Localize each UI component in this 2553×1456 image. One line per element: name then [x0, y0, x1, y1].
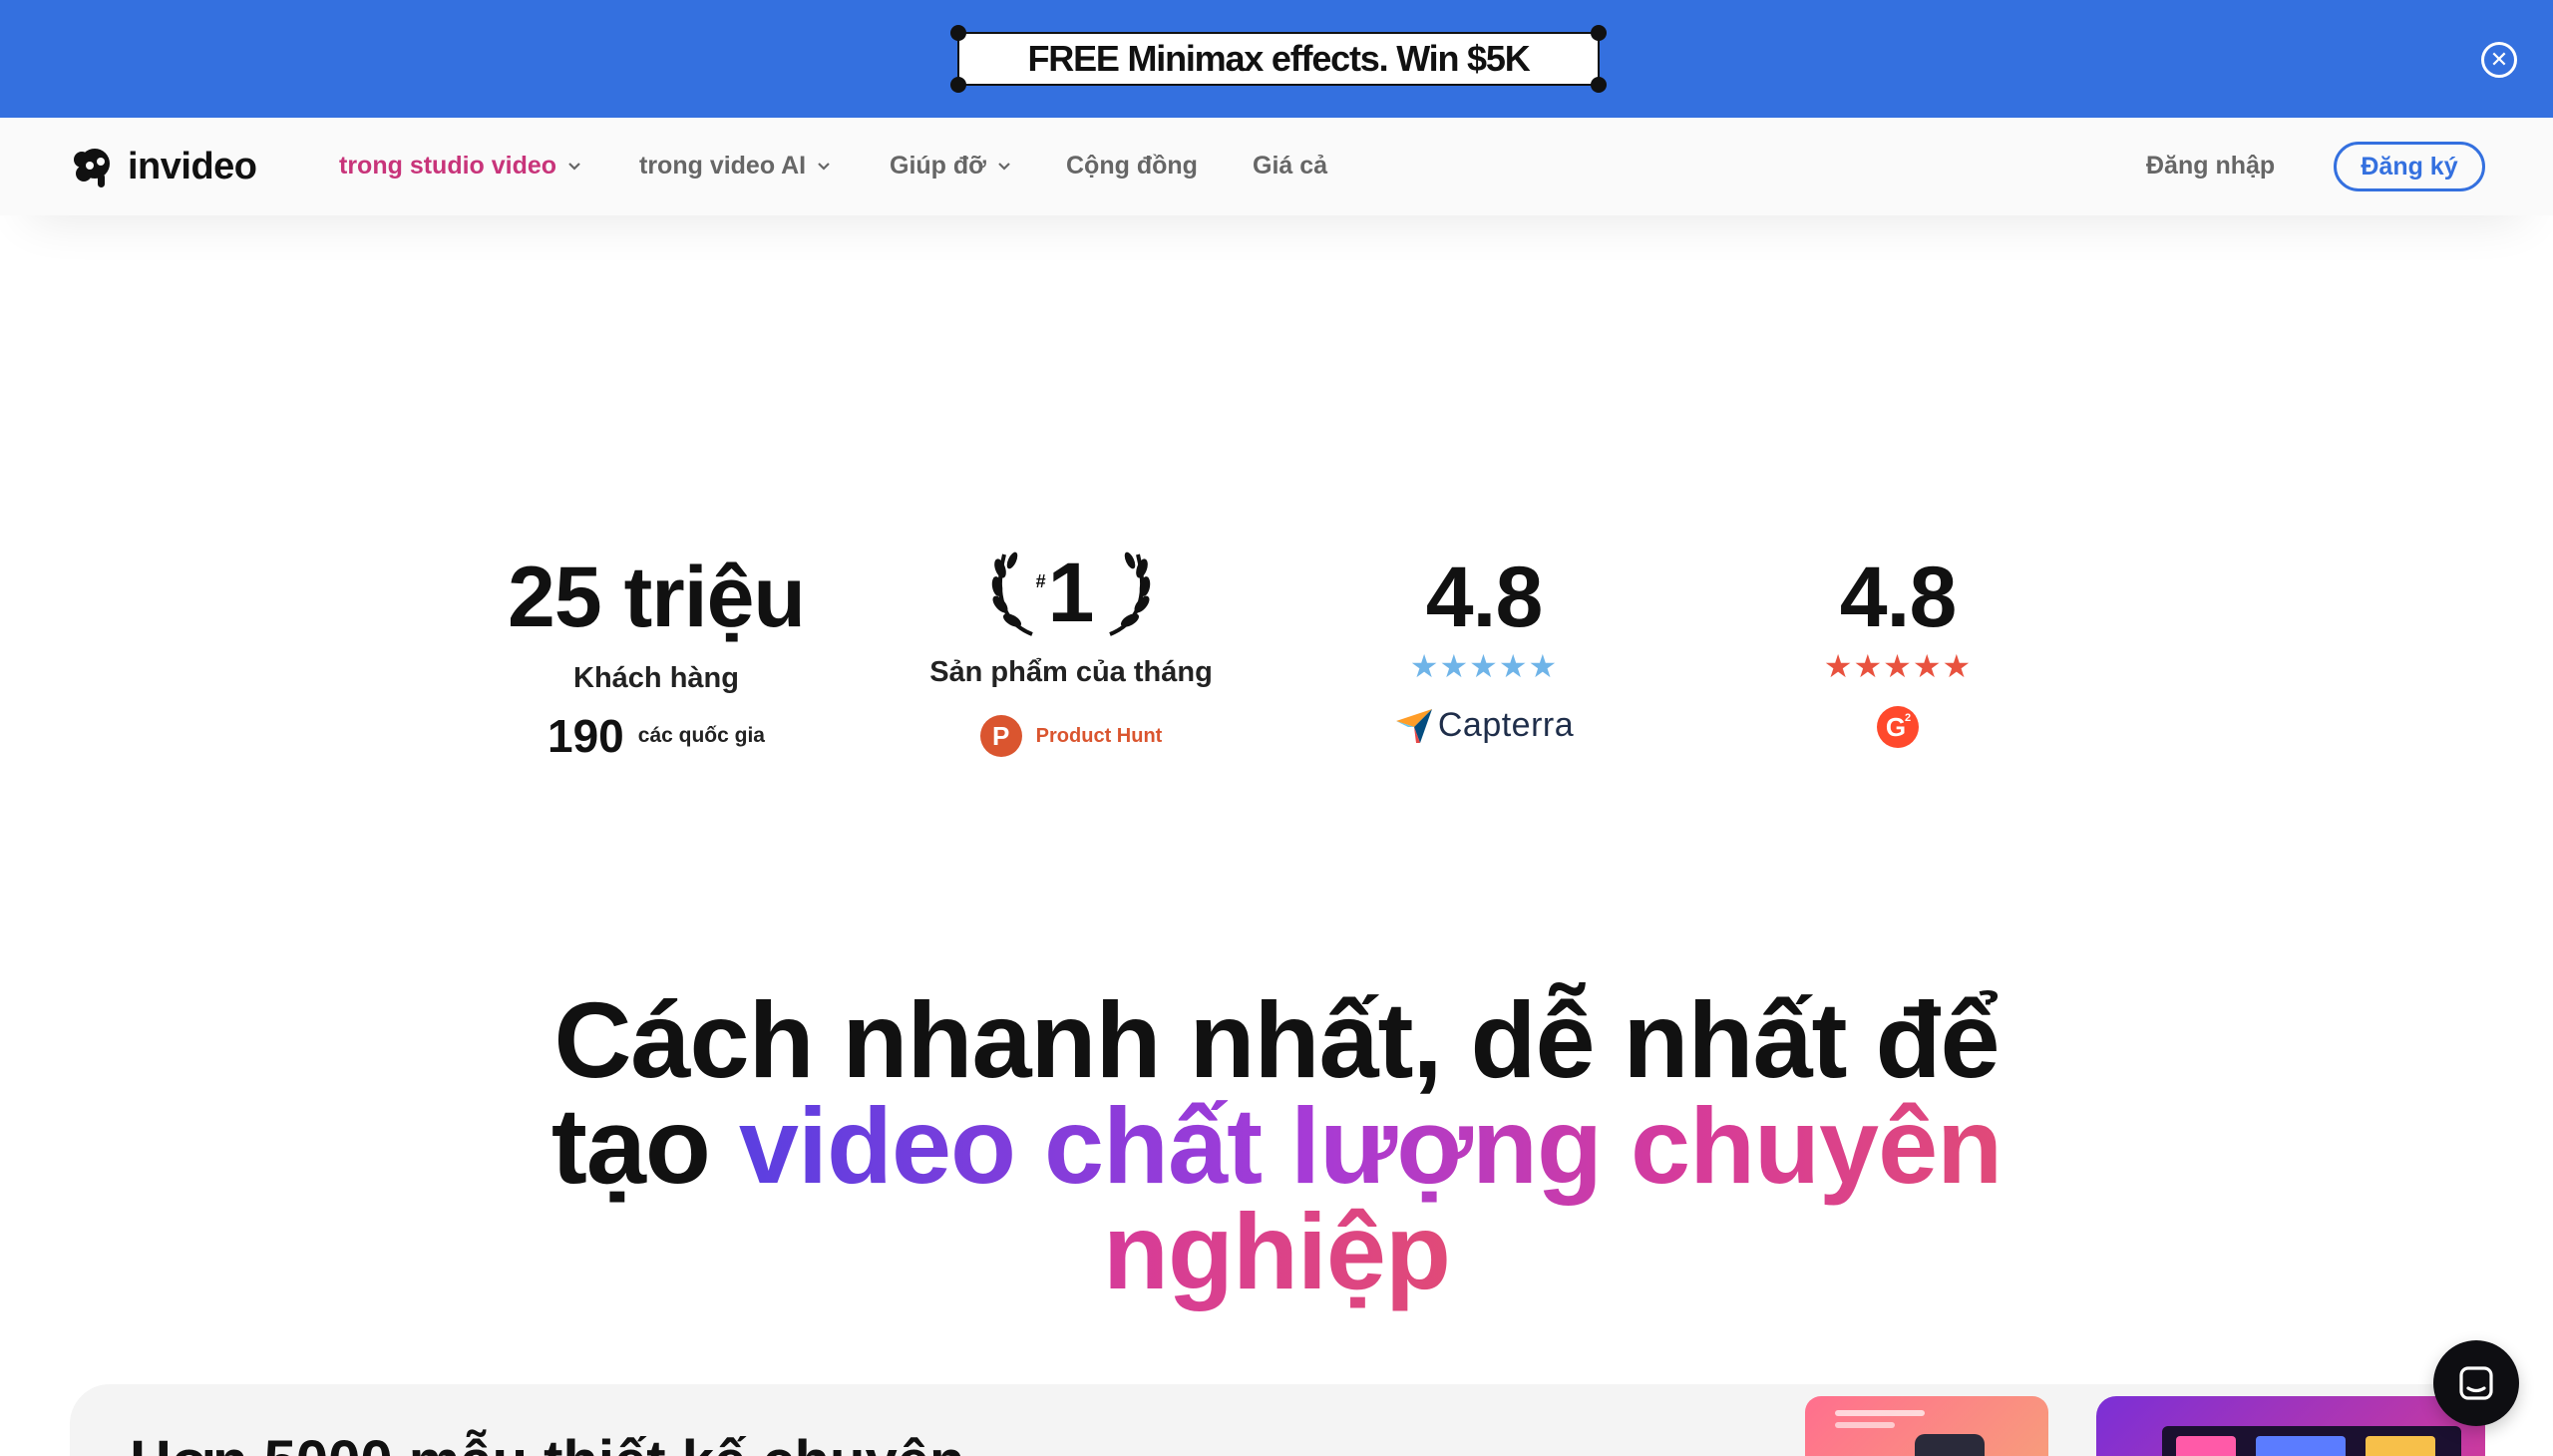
capterra-stars: ★★★★★: [1409, 648, 1559, 684]
stat-customers-label: Khách hàng: [573, 662, 739, 694]
capterra-icon: [1395, 708, 1432, 743]
close-icon[interactable]: ✕: [2481, 42, 2517, 78]
rank-number: #1: [1036, 550, 1095, 634]
headline-line-3: nghiệp: [279, 1198, 2274, 1305]
hero-headline: Cách nhanh nhất, dễ nhất để tạo video ch…: [279, 979, 2274, 1305]
stat-product-hunt-label: Sản phẩm của tháng: [929, 656, 1213, 688]
nav-item-pricing[interactable]: Giá cả: [1253, 146, 1327, 185]
product-hunt-icon: P: [979, 715, 1022, 757]
thumb-block: [2256, 1436, 2346, 1456]
capterra-text: Capterra: [1437, 706, 1575, 744]
stat-capterra: 4.8 ★★★★★ Capterra: [1314, 546, 1653, 745]
logo[interactable]: invideo: [70, 144, 257, 189]
laurel-right-icon: [1109, 551, 1151, 636]
promo-text: FREE Minimax effects. Win $5K: [1027, 38, 1530, 79]
thumb-line: [1835, 1410, 1925, 1416]
nav-item-label: trong video AI: [639, 151, 807, 180]
chevron-down-icon: [998, 163, 1010, 171]
g2-logo[interactable]: G 2: [1728, 704, 2067, 750]
headline-line-1: Cách nhanh nhất, dễ nhất để: [553, 979, 2000, 1100]
nav-item-ai-video[interactable]: trong video AI: [639, 146, 832, 185]
product-hunt-text: Product Hunt: [1035, 724, 1163, 747]
stat-g2: 4.8 ★★★★★ G 2: [1728, 546, 2067, 750]
page: FREE Minimax effects. Win $5K ✕ invideo …: [0, 0, 2553, 1456]
top-nav: invideo trong studio video trong video A…: [0, 118, 2553, 215]
nav-item-label: Cộng đồng: [1066, 151, 1198, 180]
promo-badge-handle: [950, 77, 966, 93]
stat-capterra-rating: 4.8: [1425, 549, 1544, 645]
rank-prefix: #: [1035, 571, 1046, 591]
template-thumbnail[interactable]: [1805, 1396, 2048, 1456]
nav-item-label: Giá cả: [1253, 151, 1328, 180]
promo-badge-handle: [950, 25, 966, 41]
headline-gradient: video chất lượng chuyên: [738, 1085, 2003, 1206]
promo-banner: FREE Minimax effects. Win $5K ✕: [0, 0, 2553, 118]
promo-badge-handle: [1591, 25, 1607, 41]
nav-item-label: Giúp đỡ: [890, 151, 986, 180]
chat-icon: [2459, 1366, 2493, 1400]
chevron-down-icon: [568, 163, 580, 171]
thumb-image: [1915, 1434, 1985, 1456]
templates-title: Hơn 5000 mẫu thiết kế chuyên: [130, 1428, 964, 1456]
laurel-left-icon: [991, 551, 1033, 636]
headline-gradient-2: nghiệp: [1103, 1191, 1451, 1311]
signup-button[interactable]: Đăng ký: [2334, 142, 2485, 191]
thumb-block: [2366, 1436, 2435, 1456]
stat-customers: 25 triệu Khách hàng 190 các quốc gia: [487, 546, 826, 763]
headline-line-2: tạo video chất lượng chuyên: [279, 1092, 2274, 1200]
stat-customers-value: 25 triệu: [508, 549, 806, 645]
stat-countries-number: 190: [547, 710, 624, 762]
nav-item-community[interactable]: Cộng đồng: [1066, 146, 1198, 185]
g2-icon: G 2: [1877, 706, 1919, 748]
stat-g2-rating: 4.8: [1839, 549, 1958, 645]
thumb-line: [1835, 1422, 1895, 1428]
rank-value: 1: [1047, 546, 1095, 639]
promo-badge-handle: [1591, 77, 1607, 93]
nav-item-label: trong studio video: [339, 151, 557, 180]
laurel-award: #1: [902, 546, 1241, 638]
g2-letter: G: [1886, 712, 1906, 742]
product-hunt-badge[interactable]: P Product Hunt: [902, 715, 1241, 757]
nav-item-studio-video[interactable]: trong studio video: [339, 146, 582, 185]
headline-plain: tạo: [550, 1085, 739, 1206]
login-link[interactable]: Đăng nhập: [2146, 146, 2275, 185]
capterra-logo[interactable]: Capterra: [1314, 706, 1653, 745]
logo-text: invideo: [128, 145, 257, 187]
g2-stars: ★★★★★: [1823, 648, 1973, 684]
promo-badge[interactable]: FREE Minimax effects. Win $5K: [950, 25, 1607, 93]
editor-thumbnail[interactable]: [2096, 1396, 2485, 1456]
stat-countries-label: các quốc gia: [637, 724, 765, 747]
nav-item-help[interactable]: Giúp đỡ: [890, 146, 1012, 185]
chat-launcher-button[interactable]: [2433, 1340, 2519, 1426]
thumb-block: [2176, 1436, 2236, 1456]
g2-sup: 2: [1905, 712, 1911, 724]
stat-countries: 190 các quốc gia: [487, 709, 826, 763]
invideo-logo-icon: [74, 149, 110, 187]
chevron-down-icon: [818, 163, 830, 171]
stat-product-hunt: #1 Sản phẩm của tháng P Product Hunt: [902, 546, 1241, 757]
